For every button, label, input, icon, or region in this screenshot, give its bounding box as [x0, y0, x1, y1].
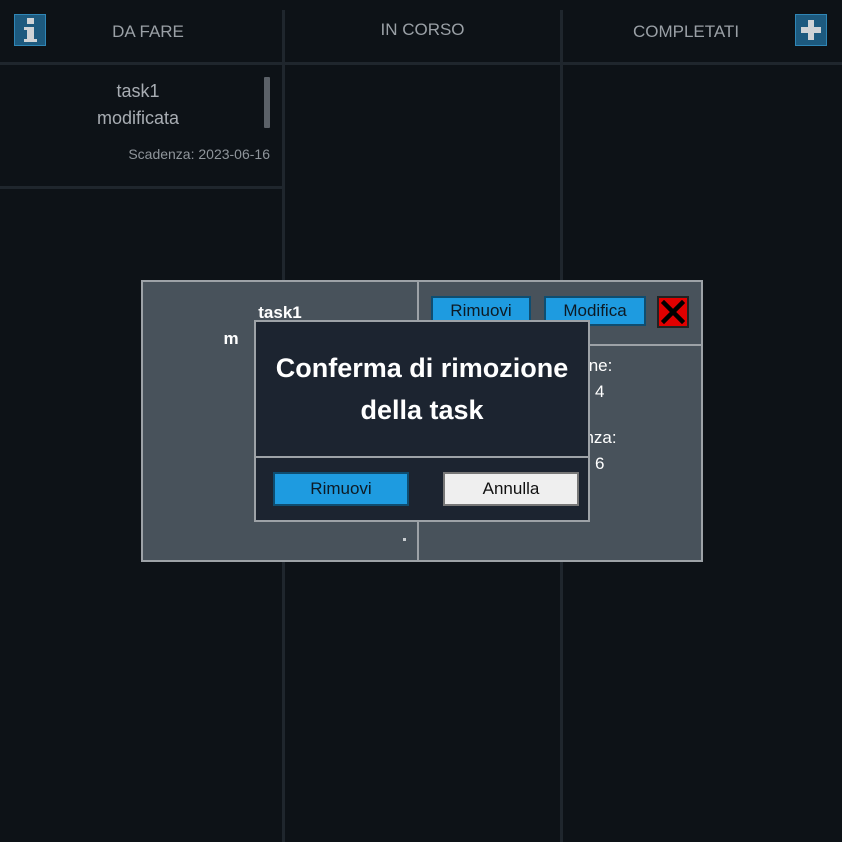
header-divider: [0, 62, 842, 65]
confirm-cancel-button[interactable]: Annulla: [443, 472, 579, 506]
task-title-line1: task1: [116, 81, 160, 101]
confirm-message-line2: della task: [360, 395, 484, 425]
column-header-in-progress: IN CORSO: [380, 20, 465, 39]
confirm-remove-dialog: Conferma di rimozione della task Rimuovi…: [254, 320, 590, 522]
resize-handle[interactable]: [403, 538, 406, 541]
column-header-todo: DA FARE: [112, 22, 184, 41]
detail-close-button[interactable]: [657, 296, 689, 328]
task-title: task1 modificata: [0, 78, 276, 132]
kanban-board: DA FARE IN CORSO COMPLETATI task1 modifi…: [0, 0, 842, 842]
close-icon: [661, 300, 685, 324]
confirm-divider: [256, 456, 588, 458]
task-scrollbar[interactable]: [264, 77, 270, 128]
confirm-remove-button[interactable]: Rimuovi: [273, 472, 409, 506]
task-card[interactable]: task1 modificata Scadenza: 2023-06-16: [0, 66, 282, 187]
creation-date-value: 4: [595, 382, 605, 401]
confirm-message-line1: Conferma di rimozione: [275, 353, 569, 383]
due-date-value: 6: [595, 454, 605, 473]
column-header-done: COMPLETATI: [632, 22, 740, 41]
confirm-message: Conferma di rimozione della task: [256, 322, 588, 456]
task-title-line2: modificata: [96, 108, 180, 128]
task-due-date: Scadenza: 2023-06-16: [128, 146, 270, 162]
